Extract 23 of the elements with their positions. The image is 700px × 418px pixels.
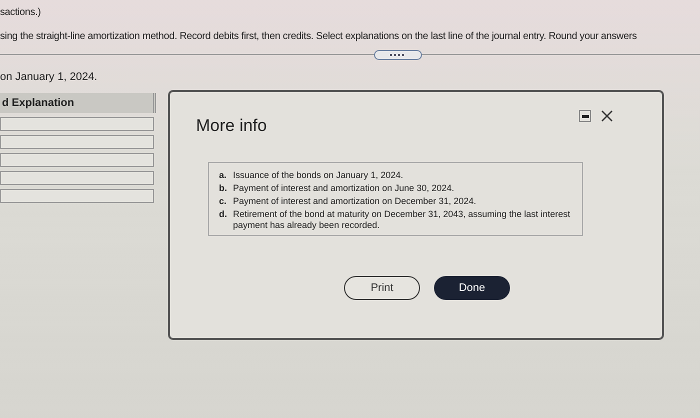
modal-title: More info <box>196 116 267 136</box>
item-text: Payment of interest and amortization on June 30, 2024. <box>233 183 454 194</box>
minimize-icon[interactable] <box>579 110 591 122</box>
item-text: Payment of interest and amortization on December 31, 2024. <box>233 196 476 207</box>
item-letter: c. <box>219 196 228 207</box>
item-letter: b. <box>219 183 228 194</box>
explanation-input[interactable] <box>0 189 154 203</box>
instruction-text: sactions.) <box>0 6 42 20</box>
print-button[interactable]: Print <box>344 276 420 300</box>
column-header: d Explanation <box>0 93 156 113</box>
item-text: Retirement of the bond at maturity on December 31, 2043, assuming the last interest payment has already been recorded. <box>233 209 572 231</box>
close-icon[interactable] <box>601 110 613 122</box>
resize-handle[interactable] <box>374 50 422 60</box>
instruction-text: sing the straight-line amortization method. Record debits first, then credits. Select explanations on the last line of the journal entry. Round your answers <box>0 30 638 44</box>
item-letter: d. <box>219 209 228 221</box>
subtitle-text: on January 1, 2024. <box>0 71 98 83</box>
item-text: Issuance of the bonds on January 1, 2024. <box>233 170 404 181</box>
done-button[interactable]: Done <box>434 276 510 300</box>
explanation-input[interactable] <box>0 153 154 167</box>
explanation-input[interactable] <box>0 171 154 185</box>
explanation-input[interactable] <box>0 135 154 149</box>
explanation-input[interactable] <box>0 117 154 131</box>
item-letter: a. <box>219 170 228 181</box>
